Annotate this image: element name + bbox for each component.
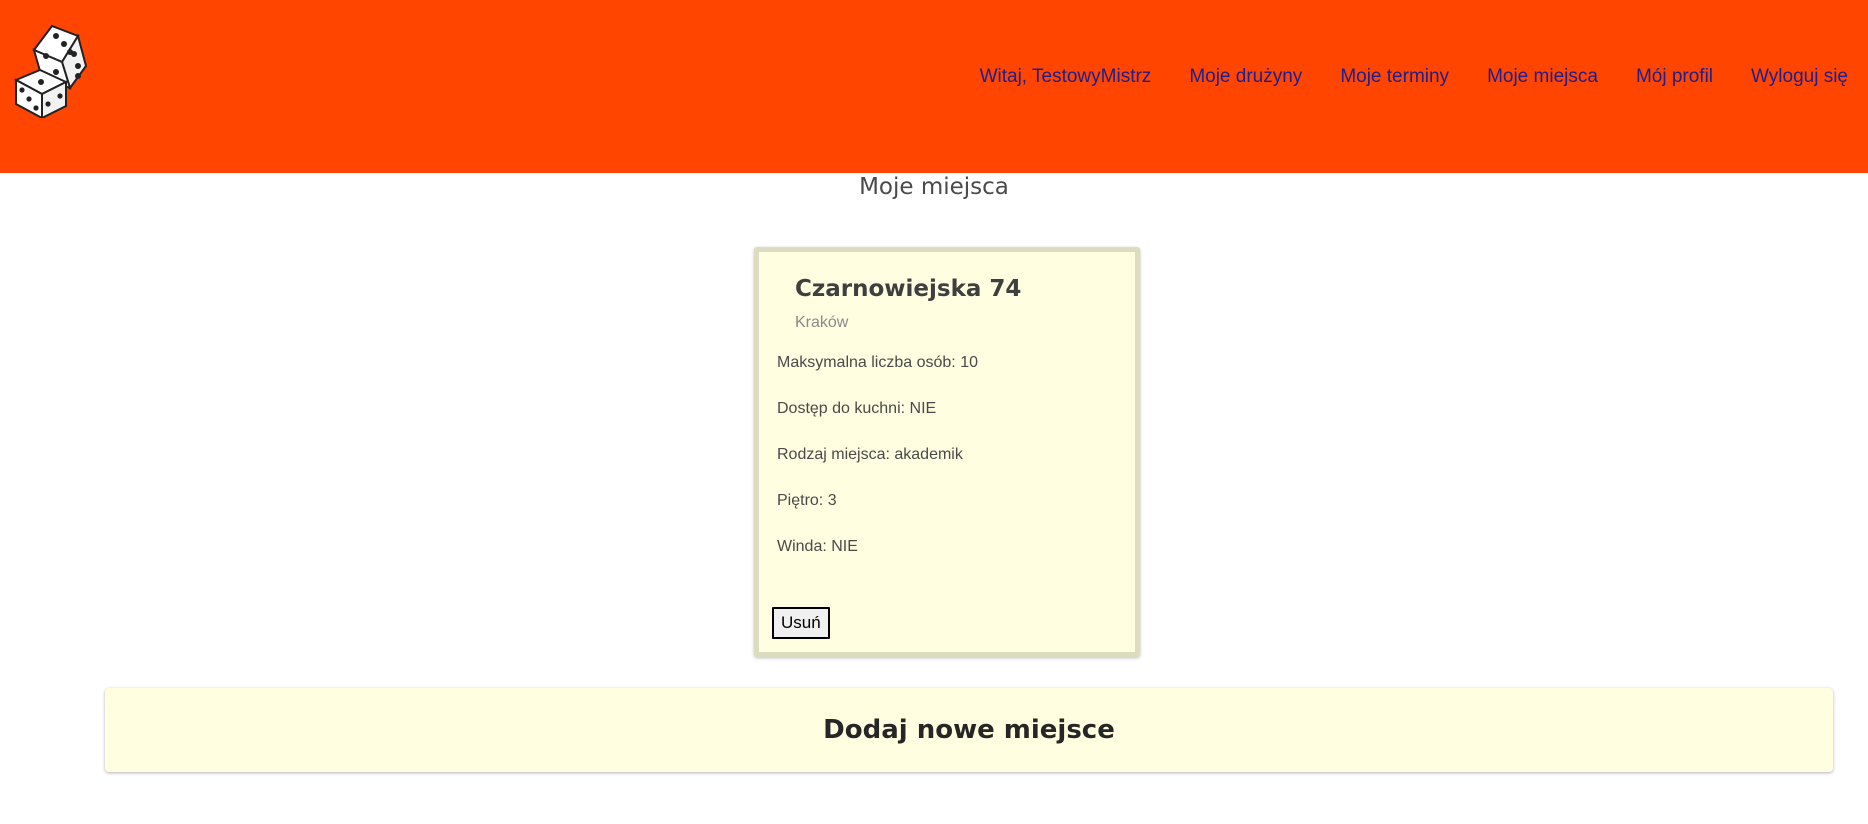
delete-place-button[interactable]: Usuń xyxy=(772,607,830,639)
place-max-people: Maksymalna liczba osób: 10 xyxy=(777,354,978,371)
nav-logout[interactable]: Wyloguj się xyxy=(1751,66,1848,88)
nav-my-dates[interactable]: Moje terminy xyxy=(1340,66,1449,88)
place-kitchen-access: Dostęp do kuchni: NIE xyxy=(777,400,937,417)
place-card: Czarnowiejska 74 Kraków Maksymalna liczb… xyxy=(754,247,1140,657)
nav-my-places[interactable]: Moje miejsca xyxy=(1487,66,1598,88)
place-floor: Piętro: 3 xyxy=(777,492,837,509)
place-elevator: Winda: NIE xyxy=(777,538,858,555)
nav-my-profile[interactable]: Mój profil xyxy=(1636,66,1713,88)
header: Witaj, TestowyMistrz Moje drużyny Moje t… xyxy=(0,0,1868,173)
place-city: Kraków xyxy=(795,314,849,331)
nav-my-teams[interactable]: Moje drużyny xyxy=(1189,66,1302,88)
main-nav: Witaj, TestowyMistrz Moje drużyny Moje t… xyxy=(980,66,1848,88)
dice-logo-icon[interactable] xyxy=(12,22,92,120)
add-new-place-label: Dodaj nowe miejsce xyxy=(823,715,1115,745)
place-type: Rodzaj miejsca: akademik xyxy=(777,446,963,463)
place-name: Czarnowiejska 74 xyxy=(795,276,1022,302)
page-title: Moje miejsca xyxy=(859,174,1009,200)
nav-welcome-user[interactable]: Witaj, TestowyMistrz xyxy=(980,66,1152,88)
add-new-place-panel[interactable]: Dodaj nowe miejsce xyxy=(105,688,1833,772)
